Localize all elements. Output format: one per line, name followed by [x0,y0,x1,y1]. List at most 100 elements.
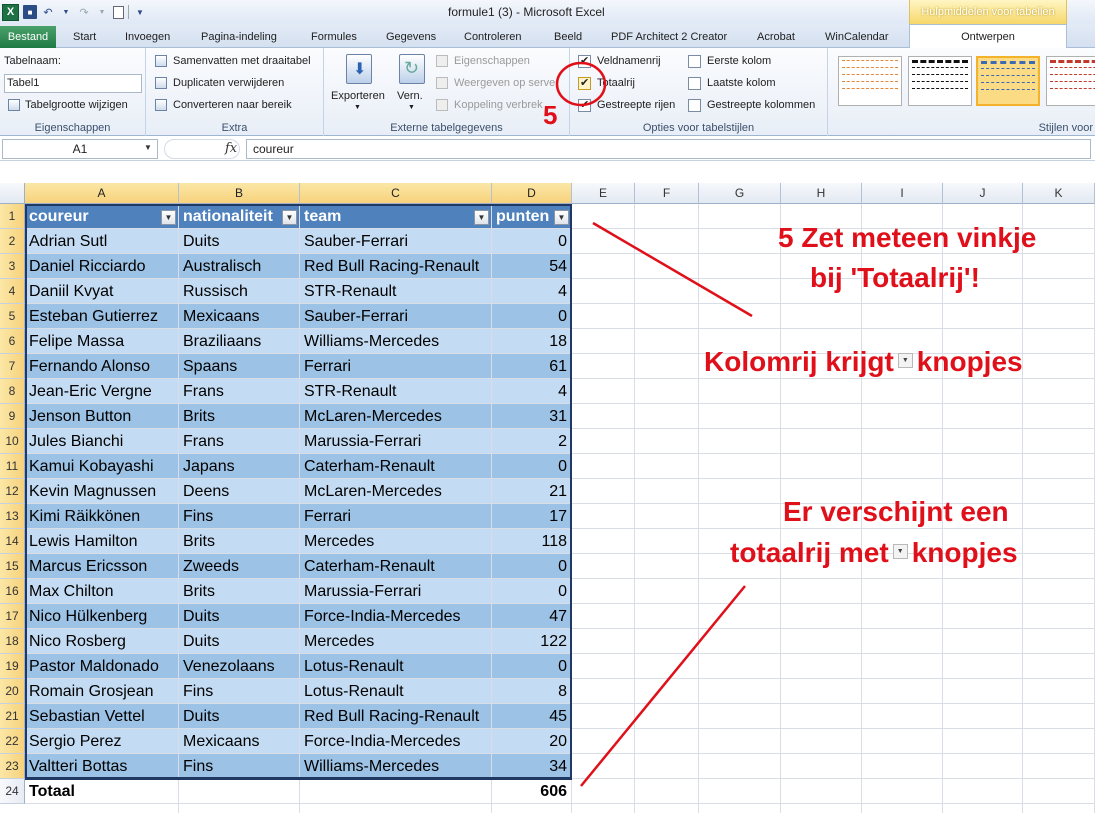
filter-dropdown-icon[interactable]: ▼ [282,210,297,225]
column-header-h[interactable]: H [781,183,862,204]
table-header-cell[interactable]: team ▼ [300,204,491,228]
row-header-14[interactable]: 14 [0,529,25,554]
table-cell[interactable]: Romain Grosjean [25,679,178,703]
table-cell[interactable]: 0 [492,304,571,328]
table-cell[interactable]: Australisch [179,254,299,278]
row-header-17[interactable]: 17 [0,604,25,629]
table-cell[interactable]: 18 [492,329,571,353]
export-dropdown-icon[interactable]: ▼ [354,104,361,111]
table-style-black[interactable] [908,56,972,106]
column-header-a[interactable]: A [25,183,179,204]
table-cell[interactable]: Fins [179,679,299,703]
row-header-22[interactable]: 22 [0,729,25,754]
table-cell[interactable]: 31 [492,404,571,428]
column-header-i[interactable]: I [862,183,943,204]
name-box[interactable]: A1 [2,139,158,159]
customize-qat-icon[interactable]: ▼ [133,5,147,19]
convert-to-range-button[interactable]: Converteren naar bereik [173,99,292,111]
formula-input[interactable]: coureur [246,139,1091,159]
total-row-empty-cell[interactable] [179,779,299,803]
table-cell[interactable]: Zweeds [179,554,299,578]
refresh-button[interactable]: Vern. [397,90,423,102]
column-header-j[interactable]: J [943,183,1023,204]
row-header-3[interactable]: 3 [0,254,25,279]
row-header-12[interactable]: 12 [0,479,25,504]
table-cell[interactable]: Kevin Magnussen [25,479,178,503]
column-header-f[interactable]: F [635,183,699,204]
summarize-pivot-button[interactable]: Samenvatten met draaitabel [173,55,311,67]
column-header-b[interactable]: B [179,183,300,204]
table-cell[interactable]: Mexicaans [179,304,299,328]
external-properties-button[interactable]: Eigenschappen [454,55,530,67]
table-header-cell[interactable]: coureur ▼ [25,204,178,228]
table-cell[interactable]: McLaren-Mercedes [300,404,491,428]
row-header-4[interactable]: 4 [0,279,25,304]
table-cell[interactable]: STR-Renault [300,279,491,303]
column-header-d[interactable]: D [492,183,572,204]
table-cell[interactable]: Pastor Maldonado [25,654,178,678]
row-header-13[interactable]: 13 [0,504,25,529]
table-cell[interactable]: 54 [492,254,571,278]
table-cell[interactable]: Nico Rosberg [25,629,178,653]
table-cell[interactable]: 8 [492,679,571,703]
table-cell[interactable]: Williams-Mercedes [300,329,491,353]
filter-dropdown-icon[interactable]: ▼ [554,210,569,225]
table-cell[interactable]: Caterham-Renault [300,554,491,578]
table-cell[interactable]: Valtteri Bottas [25,754,178,778]
row-header-1[interactable]: 1 [0,204,25,229]
table-cell[interactable]: Esteban Gutierrez [25,304,178,328]
excel-app-icon[interactable]: X [2,3,19,21]
table-cell[interactable]: Red Bull Racing-Renault [300,704,491,728]
tab-file[interactable]: Bestand [0,26,56,48]
row-header-24[interactable]: 24 [0,779,25,804]
tab-pdf-architect[interactable]: PDF Architect 2 Creator [611,27,727,48]
table-cell[interactable]: Kamui Kobayashi [25,454,178,478]
row-header-6[interactable]: 6 [0,329,25,354]
column-header-k[interactable]: K [1023,183,1095,204]
tab-start[interactable]: Start [73,27,96,48]
table-cell[interactable]: Williams-Mercedes [300,754,491,778]
table-cell[interactable]: Brits [179,579,299,603]
table-cell[interactable]: 47 [492,604,571,628]
table-name-input[interactable]: Tabel1 [4,74,142,93]
table-style-orange[interactable] [838,56,902,106]
tab-wincalendar[interactable]: WinCalendar [825,27,889,48]
table-cell[interactable]: Mercedes [300,629,491,653]
row-header-11[interactable]: 11 [0,454,25,479]
table-cell[interactable]: Mercedes [300,529,491,553]
banded-columns-checkbox[interactable] [688,99,701,112]
table-cell[interactable]: Sauber-Ferrari [300,304,491,328]
table-cell[interactable]: Frans [179,429,299,453]
table-cell[interactable]: 21 [492,479,571,503]
table-cell[interactable]: Nico Hülkenberg [25,604,178,628]
table-cell[interactable]: Lewis Hamilton [25,529,178,553]
table-header-cell[interactable]: punten ▼ [492,204,571,228]
table-cell[interactable]: Brits [179,529,299,553]
table-cell[interactable]: Fins [179,504,299,528]
table-cell[interactable]: 45 [492,704,571,728]
table-cell[interactable]: Max Chilton [25,579,178,603]
tab-page-layout[interactable]: Pagina-indeling [201,27,277,48]
table-cell[interactable]: Marcus Ericsson [25,554,178,578]
table-cell[interactable]: Marussia-Ferrari [300,579,491,603]
tab-formulas[interactable]: Formules [311,27,357,48]
last-column-checkbox[interactable] [688,77,701,90]
table-cell[interactable]: Japans [179,454,299,478]
total-row-value-cell[interactable]: 606 [492,779,571,803]
column-header-g[interactable]: G [699,183,781,204]
table-cell[interactable]: Brits [179,404,299,428]
table-cell[interactable]: 4 [492,379,571,403]
table-cell[interactable]: Sauber-Ferrari [300,229,491,253]
select-all-corner[interactable] [0,183,25,204]
row-header-5[interactable]: 5 [0,304,25,329]
table-style-blue-selected[interactable] [976,56,1040,106]
table-cell[interactable]: Fernando Alonso [25,354,178,378]
table-cell[interactable]: Braziliaans [179,329,299,353]
tab-view[interactable]: Beeld [554,27,582,48]
table-cell[interactable]: Felipe Massa [25,329,178,353]
table-cell[interactable]: Duits [179,604,299,628]
table-cell[interactable]: Deens [179,479,299,503]
table-header-cell[interactable]: nationaliteit ▼ [179,204,299,228]
refresh-dropdown-icon[interactable]: ▼ [408,104,415,111]
table-cell[interactable]: Force-India-Mercedes [300,604,491,628]
